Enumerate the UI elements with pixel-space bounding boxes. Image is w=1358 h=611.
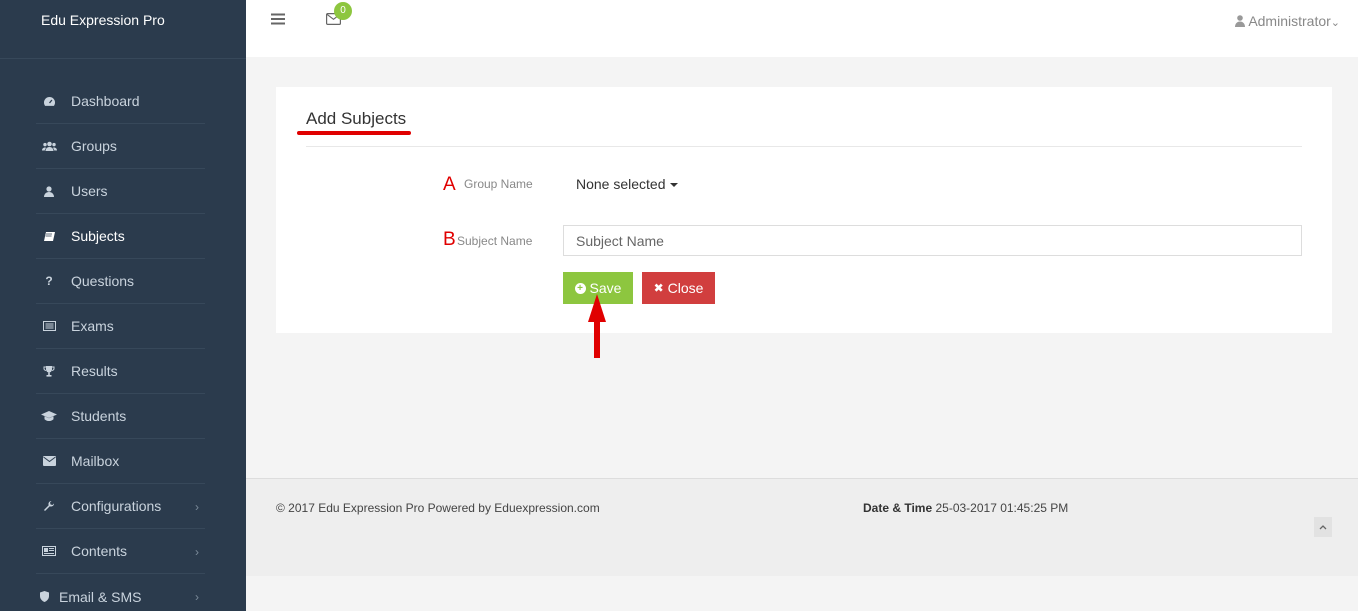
chevron-up-icon	[1319, 525, 1327, 530]
copyright-text: © 2017 Edu Expression Pro Powered by Edu…	[276, 501, 600, 515]
sidebar-item-label: Email & SMS	[59, 588, 142, 605]
sidebar-item-results[interactable]: Results	[36, 349, 205, 394]
sidebar-item-label: Questions	[71, 273, 135, 289]
sidebar-nav: Dashboard Groups Users Subjects ? Questi…	[0, 79, 246, 611]
sidebar-item-exams[interactable]: Exams	[36, 304, 205, 349]
sidebar: Edu Expression Pro Dashboard Groups User…	[0, 0, 246, 611]
annotation-marker-b: B	[443, 229, 456, 250]
sidebar-item-subjects[interactable]: Subjects	[36, 214, 205, 259]
envelope-icon	[36, 456, 62, 466]
close-button[interactable]: ✖ Close	[642, 272, 715, 304]
chevron-down-icon: ⌄	[1330, 17, 1340, 29]
exam-icon	[36, 321, 62, 331]
question-icon: ?	[45, 274, 53, 288]
sidebar-item-label: Contents	[71, 543, 128, 559]
page-title: Add Subjects	[306, 109, 407, 128]
sidebar-item-mailbox[interactable]: Mailbox	[36, 439, 205, 484]
datetime-label: Date & Time	[863, 501, 933, 515]
sidebar-item-label: Results	[71, 363, 118, 379]
sidebar-item-students[interactable]: Students	[36, 394, 205, 439]
chevron-right-icon: ›	[195, 500, 199, 514]
datetime: Date & Time 25-03-2017 01:45:25 PM	[863, 501, 1068, 515]
group-name-select[interactable]: None selected	[576, 176, 678, 192]
sidebar-item-contents[interactable]: Contents ›	[36, 529, 205, 574]
topbar: 0 Administrator⌄	[246, 0, 1358, 57]
caret-down-icon	[669, 183, 678, 188]
footer: © 2017 Edu Expression Pro Powered by Edu…	[246, 478, 1358, 576]
sidebar-item-email-sms[interactable]: Email & SMS ›	[36, 574, 205, 611]
menu-toggle-icon[interactable]	[271, 12, 285, 30]
subject-name-label: Subject Name	[457, 234, 533, 248]
close-label: Close	[667, 280, 704, 296]
user-menu[interactable]: Administrator⌄	[1235, 13, 1340, 29]
group-name-label: Group Name	[464, 177, 533, 191]
sidebar-item-label: Students	[71, 408, 127, 424]
add-subject-panel: Add Subjects A Group Name None selected …	[276, 87, 1332, 333]
close-icon: ✖	[653, 281, 664, 295]
mail-count-badge: 0	[334, 2, 352, 20]
wrench-icon	[36, 500, 62, 512]
sidebar-item-questions[interactable]: ? Questions	[36, 259, 205, 304]
shield-icon	[31, 591, 57, 602]
plus-circle-icon: +	[574, 282, 586, 294]
sidebar-item-groups[interactable]: Groups	[36, 124, 205, 169]
brand-title[interactable]: Edu Expression Pro	[0, 0, 246, 59]
dashboard-icon	[36, 96, 62, 107]
user-icon	[36, 185, 62, 197]
subject-name-input[interactable]	[563, 225, 1302, 256]
sidebar-item-users[interactable]: Users	[36, 169, 205, 214]
book-icon	[36, 231, 62, 242]
sidebar-item-label: Exams	[71, 318, 114, 334]
user-icon	[1235, 15, 1246, 27]
sidebar-item-label: Groups	[71, 138, 117, 154]
sidebar-item-label: Dashboard	[71, 93, 140, 109]
graduation-cap-icon	[36, 410, 62, 422]
annotation-underline	[297, 131, 411, 135]
group-name-value: None selected	[576, 176, 666, 192]
sidebar-item-dashboard[interactable]: Dashboard	[36, 79, 205, 124]
trophy-icon	[36, 365, 62, 377]
sidebar-item-label: Mailbox	[71, 453, 120, 469]
user-name: Administrator	[1248, 13, 1331, 29]
scroll-to-top-button[interactable]	[1314, 517, 1332, 537]
sidebar-item-label: Subjects	[71, 228, 125, 244]
sidebar-item-label: Users	[71, 183, 108, 199]
sidebar-item-configurations[interactable]: Configurations ›	[36, 484, 205, 529]
chevron-right-icon: ›	[195, 545, 199, 559]
datetime-value: 25-03-2017 01:45:25 PM	[935, 501, 1069, 515]
divider	[306, 146, 1302, 147]
contents-icon	[36, 546, 62, 556]
annotation-marker-a: A	[443, 174, 456, 195]
annotation-arrow-icon	[588, 294, 606, 358]
sidebar-item-label: Configurations	[71, 498, 162, 514]
chevron-right-icon: ›	[195, 590, 199, 604]
groups-icon	[36, 141, 62, 152]
